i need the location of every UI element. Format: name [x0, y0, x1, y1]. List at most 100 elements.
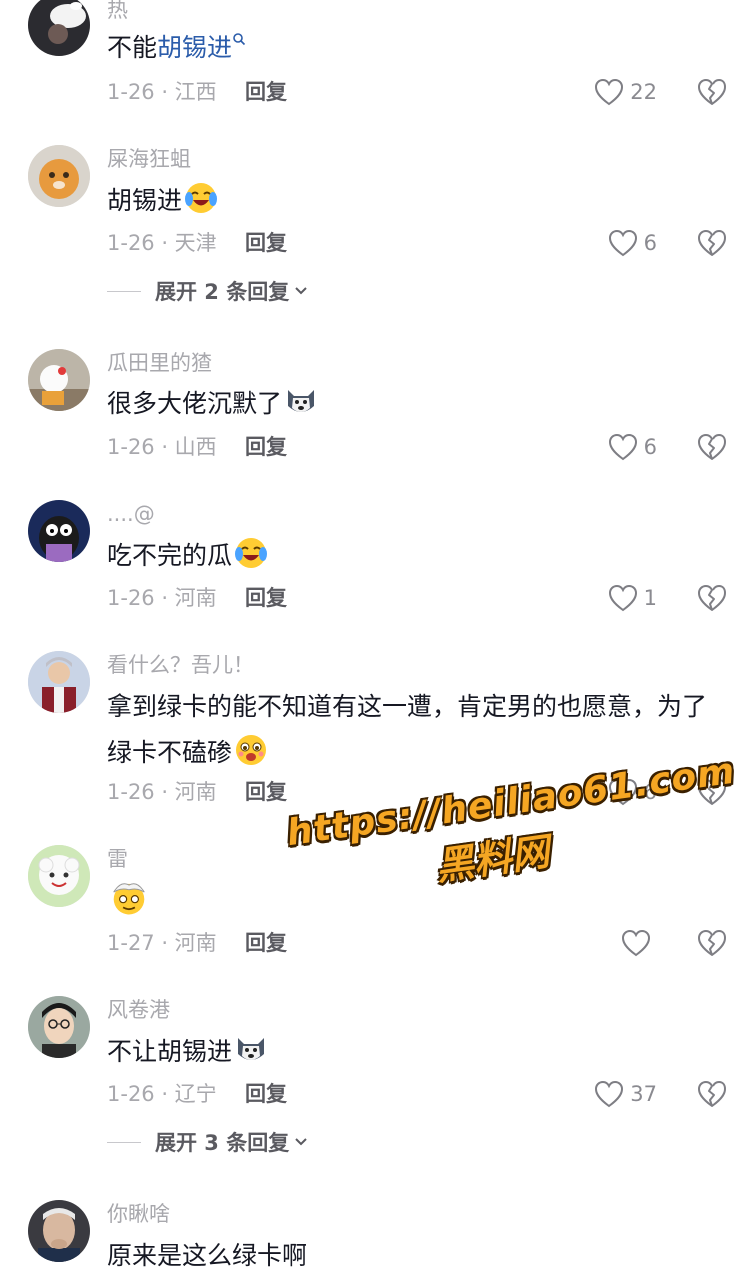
like-button[interactable]: 6: [608, 432, 657, 462]
avatar[interactable]: [28, 651, 90, 713]
broken-heart-icon: [698, 1081, 726, 1107]
dislike-button[interactable]: [697, 928, 727, 958]
dislike-button[interactable]: [697, 1079, 727, 1109]
comment-meta: 1-26 · 河南 回复: [107, 583, 287, 613]
comment-text-plain: 很多大佬沉默了: [107, 389, 283, 418]
username[interactable]: 瓜田里的猹: [107, 349, 212, 377]
husky-emoji: [288, 390, 315, 412]
laughing-tears-emoji: [235, 538, 268, 568]
date-region: 1-26 · 江西: [107, 80, 217, 104]
dislike-button[interactable]: [697, 432, 727, 462]
username[interactable]: 热: [107, 0, 128, 24]
comment-meta: 1-26 · 江西 回复: [107, 77, 287, 107]
expand-replies-button[interactable]: 展开 2 条回复: [107, 276, 309, 306]
comment-text: 不能胡锡进: [107, 25, 727, 71]
dislike-button[interactable]: [697, 228, 727, 258]
date-region: 1-26 · 河南: [107, 586, 217, 610]
dislike-button[interactable]: [697, 583, 727, 613]
comment-text-plain: 胡锡进: [107, 186, 183, 215]
comment-text-plain: 不能: [107, 33, 158, 62]
username[interactable]: 雷: [107, 845, 128, 873]
date-region: 1-26 · 山西: [107, 435, 217, 459]
broken-heart-icon: [698, 230, 726, 256]
comment-meta: 1-26 · 河南 回复: [107, 777, 287, 807]
like-button[interactable]: 22: [594, 77, 657, 107]
search-icon[interactable]: [232, 32, 246, 46]
dislike-button[interactable]: [697, 777, 727, 807]
heart-icon: [608, 433, 637, 461]
comment-text: 很多大佬沉默了: [107, 381, 727, 427]
like-button[interactable]: 1: [608, 583, 657, 613]
date-region: 1-26 · 天津: [107, 231, 217, 255]
reply-button[interactable]: 回复: [245, 583, 287, 613]
drooling-emoji: [236, 735, 267, 765]
broken-heart-icon: [698, 930, 726, 956]
dislike-button[interactable]: [697, 77, 727, 107]
laughing-tears-emoji: [185, 183, 218, 213]
username[interactable]: 屎海狂蛆: [107, 145, 191, 173]
username[interactable]: 你瞅啥: [107, 1200, 170, 1228]
divider: [107, 290, 141, 292]
comment-text: 吃不完的瓜: [107, 533, 727, 579]
comment-text-plain: 不让胡锡进: [107, 1037, 233, 1066]
avatar[interactable]: [28, 349, 90, 411]
reply-button[interactable]: 回复: [245, 228, 287, 258]
date-region: 1-26 · 辽宁: [107, 1082, 217, 1106]
comment-text-plain: 拿到绿卡的能不知道有这一遭，肯定男的也愿意，为了绿卡不磕碜: [107, 692, 708, 767]
avatar[interactable]: [28, 0, 90, 56]
avatar[interactable]: [28, 145, 90, 207]
avatar[interactable]: [28, 996, 90, 1058]
like-button[interactable]: 6: [608, 228, 657, 258]
reply-button[interactable]: 回复: [245, 928, 287, 958]
username[interactable]: 看什么？吾儿！: [107, 651, 254, 679]
date-region: 1-27 · 河南: [107, 931, 217, 955]
reply-button[interactable]: 回复: [245, 77, 287, 107]
divider: [107, 1141, 141, 1143]
heart-icon: [608, 229, 637, 257]
like-count: 6: [643, 780, 657, 804]
like-button[interactable]: [621, 928, 657, 958]
comment-text: 拿到绿卡的能不知道有这一遭，肯定男的也愿意，为了绿卡不磕碜: [107, 684, 727, 776]
broken-heart-icon: [698, 79, 726, 105]
reply-button[interactable]: 回复: [245, 432, 287, 462]
heart-icon: [621, 929, 651, 957]
like-count: 22: [630, 80, 657, 104]
comment-meta: 1-27 · 河南 回复: [107, 928, 287, 958]
avatar[interactable]: [28, 500, 90, 562]
expand-replies-button[interactable]: 展开 3 条回复: [107, 1127, 309, 1157]
username[interactable]: 风卷港: [107, 996, 170, 1024]
husky-emoji: [238, 1038, 265, 1060]
expand-replies-label: 展开 2 条回复: [155, 280, 290, 304]
like-count: 6: [643, 231, 657, 255]
broken-heart-icon: [698, 434, 726, 460]
like-count: 1: [643, 586, 657, 610]
like-count: 6: [643, 435, 657, 459]
broken-heart-icon: [698, 779, 726, 805]
comment-text-plain: 吃不完的瓜: [107, 541, 233, 570]
like-button[interactable]: 37: [594, 1079, 657, 1109]
chevron-down-icon: [295, 287, 307, 295]
comment-text: 不让胡锡进: [107, 1029, 727, 1075]
username[interactable]: ....@: [107, 500, 155, 528]
comment-meta: 1-26 · 天津 回复: [107, 228, 287, 258]
comment-meta: 1-26 · 辽宁 回复: [107, 1079, 287, 1109]
like-count: 37: [630, 1082, 657, 1106]
avatar[interactable]: [28, 845, 90, 907]
comment-text: [107, 878, 727, 927]
expand-replies-label: 展开 3 条回复: [155, 1131, 290, 1155]
broken-heart-icon: [698, 585, 726, 611]
like-button[interactable]: 6: [608, 777, 657, 807]
date-region: 1-26 · 河南: [107, 780, 217, 804]
comment-text: 原来是这么绿卡啊: [107, 1233, 727, 1279]
comment-meta: 1-26 · 山西 回复: [107, 432, 287, 462]
heart-icon: [608, 584, 637, 612]
search-link[interactable]: 胡锡进: [157, 33, 232, 62]
reply-button[interactable]: 回复: [245, 1079, 287, 1109]
reply-button[interactable]: 回复: [245, 777, 287, 807]
sheep-emoji: [113, 883, 145, 915]
chevron-down-icon: [295, 1138, 307, 1146]
heart-icon: [595, 78, 624, 106]
avatar[interactable]: [28, 1200, 90, 1262]
comment-text-plain: 原来是这么绿卡啊: [107, 1241, 308, 1270]
heart-icon: [608, 778, 637, 806]
